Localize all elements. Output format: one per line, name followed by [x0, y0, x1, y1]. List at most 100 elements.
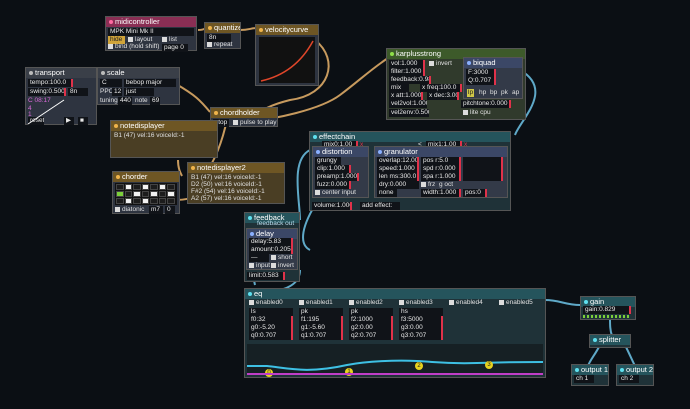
amount-slider[interactable]: amount:0.205	[249, 246, 293, 254]
chord-grid-cell[interactable]	[150, 191, 158, 197]
pos-r-slider[interactable]: pos r:5.0	[421, 157, 461, 165]
delay-node[interactable]: delay delay:5.83 amount:0.205 — short in…	[246, 228, 298, 270]
channel-select[interactable]: ch 2	[619, 375, 639, 383]
xdec-slider[interactable]: x dec:3.00	[427, 92, 459, 100]
fuzz-slider[interactable]: fuzz:0.000	[315, 181, 351, 189]
enabled-checkbox[interactable]	[349, 300, 354, 305]
notedisplayer2-node[interactable]: notedisplayer2 B1 (47) vel:16 voiceId:-1…	[187, 162, 285, 204]
length-slider[interactable]: len ms:300.0	[377, 173, 419, 181]
chord-type-select[interactable]: m7	[149, 206, 163, 214]
band-frequency-slider[interactable]: f0:32	[249, 316, 293, 324]
output1-node[interactable]: output 1 ch 1	[571, 364, 609, 386]
slider-handle[interactable]	[350, 202, 352, 210]
band-type-select[interactable]: hs	[399, 308, 443, 316]
slider-handle[interactable]	[357, 173, 359, 181]
slider-handle[interactable]	[459, 189, 461, 197]
page-select[interactable]: page 0	[162, 44, 188, 52]
slider-handle[interactable]	[429, 76, 431, 84]
grain-mode-select[interactable]: none	[377, 189, 397, 197]
spare-slider-2[interactable]	[463, 165, 503, 173]
enabled-checkbox[interactable]	[449, 300, 454, 305]
slider-handle[interactable]	[291, 324, 293, 332]
pulse-checkbox[interactable]	[233, 120, 238, 125]
tempo-slider[interactable]: tempo:100.0	[28, 79, 73, 87]
splitter-node[interactable]: splitter	[589, 334, 631, 348]
delay-slider[interactable]: delay:5.83	[249, 238, 293, 246]
eq-node[interactable]: eq enabled0 ls f0:32 g0:-5.20 q0:0.707 enable…	[244, 288, 546, 378]
chord-grid-cell[interactable]	[116, 198, 124, 204]
slider-handle[interactable]	[391, 316, 393, 324]
chord-grid-cell[interactable]	[167, 191, 175, 197]
slider-handle[interactable]	[417, 157, 419, 165]
enabled-checkbox[interactable]	[499, 300, 504, 305]
filter-type-bp[interactable]: bp	[490, 89, 497, 97]
chord-grid-cell[interactable]	[150, 184, 158, 190]
ppo-input[interactable]: 12	[112, 88, 122, 96]
chord-grid-cell[interactable]	[150, 198, 158, 204]
slider-handle[interactable]	[64, 88, 66, 96]
chord-grid-cell[interactable]	[116, 191, 124, 197]
slider-handle[interactable]	[291, 332, 293, 340]
invert-checkbox[interactable]	[429, 61, 434, 66]
invert-checkbox[interactable]	[271, 263, 276, 268]
delay-mode-select[interactable]: —	[249, 254, 269, 262]
bind-checkbox[interactable]	[108, 44, 113, 49]
slider-handle[interactable]	[349, 165, 351, 173]
band-gain-slider[interactable]: g1:-5.60	[299, 324, 343, 332]
slider-handle[interactable]	[441, 324, 443, 332]
slider-handle[interactable]	[459, 173, 461, 181]
dry-slider[interactable]: dry:0.000	[377, 181, 419, 189]
vel2env-slider[interactable]: vel2env:0.500	[389, 109, 429, 117]
slider-handle[interactable]	[417, 173, 419, 181]
slider-handle[interactable]	[423, 60, 425, 68]
feedback-slider[interactable]: feedback:0.9800	[389, 76, 431, 84]
mix-select[interactable]: mix	[389, 84, 409, 92]
slider-handle[interactable]	[291, 316, 293, 324]
transport-node[interactable]: transport tempo:100.0 swing:0.500 8n C 0…	[25, 67, 97, 125]
band-frequency-slider[interactable]: f1:195	[299, 316, 343, 324]
band-gain-slider[interactable]: g2:0.00	[349, 324, 393, 332]
slider-handle[interactable]	[494, 77, 496, 85]
midicontroller-node[interactable]: midicontroller MPK Mini Mk II hide layou…	[105, 16, 197, 52]
eq-band-marker[interactable]: 3	[485, 361, 493, 369]
slider-handle[interactable]	[391, 324, 393, 332]
slider-handle[interactable]	[423, 68, 425, 76]
scale-node[interactable]: scale C bebop major PPO 12 just tuning 4…	[97, 67, 180, 105]
list-checkbox[interactable]	[162, 37, 167, 42]
mode-select[interactable]: bebop major	[124, 79, 176, 87]
slider-handle[interactable]	[629, 306, 631, 314]
chord-grid-cell[interactable]	[124, 198, 132, 204]
repeat-checkbox[interactable]	[207, 42, 212, 47]
spd-r-slider[interactable]: spd r:0.000	[421, 165, 461, 173]
clip-slider[interactable]: clip:1.000	[315, 165, 351, 173]
band-q-slider[interactable]: q1:0.707	[299, 332, 343, 340]
spare-slider-3[interactable]	[463, 173, 503, 181]
spa-r-slider[interactable]: spa r:1.000	[421, 173, 461, 181]
slider-handle[interactable]	[417, 165, 419, 173]
chord-grid-cell[interactable]	[133, 184, 141, 190]
distortion-type-select[interactable]: grungy	[315, 157, 341, 165]
quantizer-node[interactable]: quantize 8n repeat	[204, 22, 241, 49]
slider-handle[interactable]	[291, 238, 293, 246]
root-select[interactable]: C	[100, 79, 122, 87]
band-gain-slider[interactable]: g3:0.00	[399, 324, 443, 332]
slider-handle[interactable]	[460, 84, 462, 92]
eq-response-graph[interactable]	[247, 344, 543, 374]
add-effect-select[interactable]: add effect:	[360, 202, 400, 210]
slider-handle[interactable]	[441, 332, 443, 340]
band-frequency-slider[interactable]: f3:5000	[399, 316, 443, 324]
chord-grid-cell[interactable]	[133, 198, 141, 204]
limit-slider[interactable]: limit:0.583	[247, 272, 285, 280]
gain-node[interactable]: gain gain:0.829	[580, 296, 636, 320]
chord-grid-cell[interactable]	[141, 184, 149, 190]
chord-grid-cell[interactable]	[116, 184, 124, 190]
slider-handle[interactable]	[71, 79, 73, 87]
input-checkbox[interactable]	[249, 263, 254, 268]
vol-slider[interactable]: vol:1.000	[389, 60, 425, 68]
pos-slider[interactable]: pos:0	[463, 189, 487, 197]
width-slider[interactable]: width:1.000	[421, 189, 461, 197]
filter-type-lp[interactable]: lp	[467, 89, 475, 97]
chord-grid-cell[interactable]	[158, 184, 166, 190]
slider-handle[interactable]	[291, 246, 293, 254]
slider-handle[interactable]	[341, 332, 343, 340]
